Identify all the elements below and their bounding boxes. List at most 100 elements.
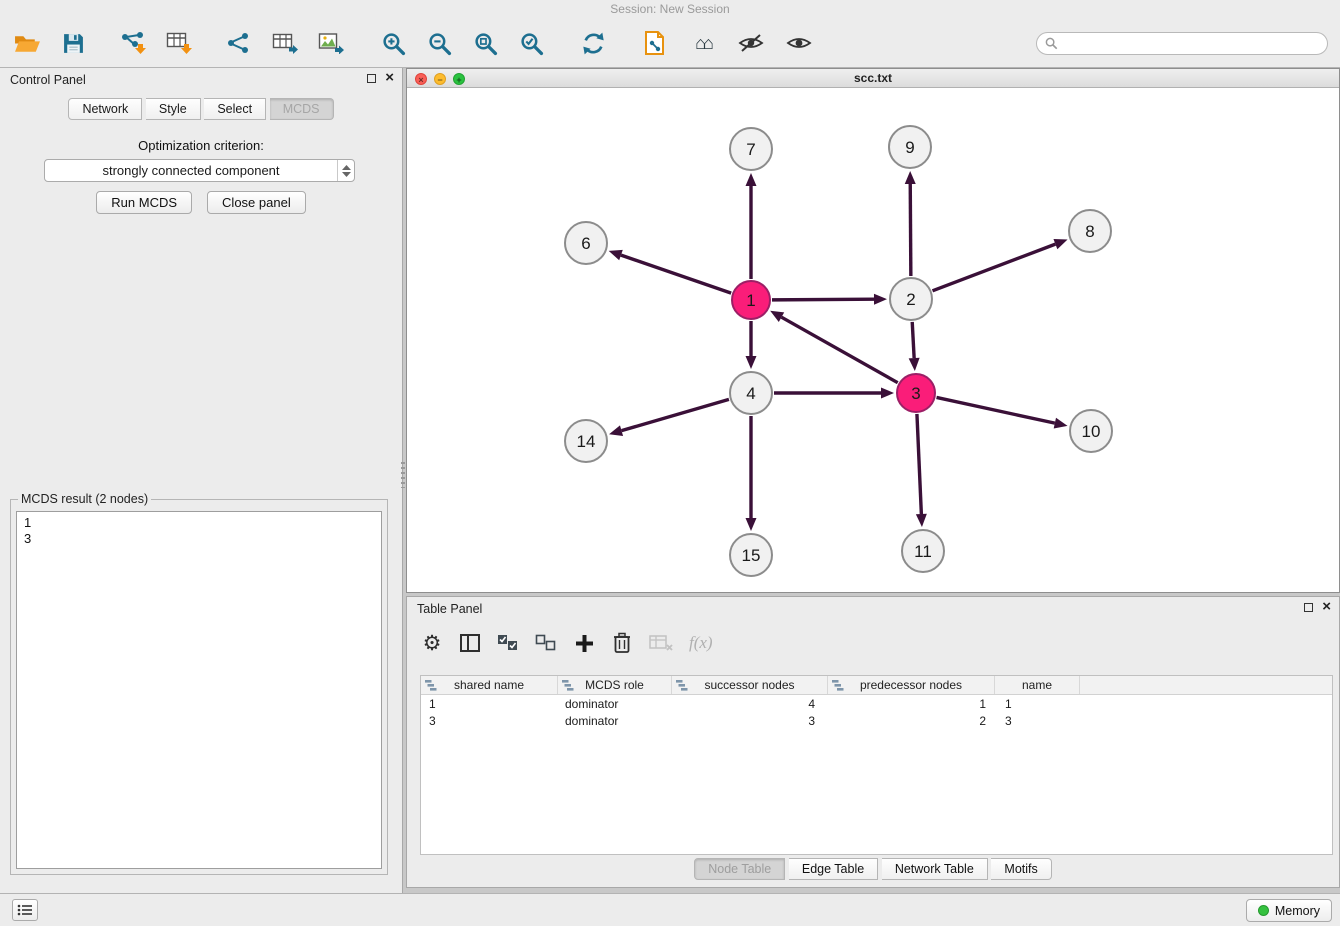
- import-network-from-file-icon[interactable]: [116, 26, 150, 60]
- table-settings-gear-icon[interactable]: ⚙: [421, 630, 443, 656]
- graph-edge-2-3[interactable]: [912, 322, 914, 358]
- maximize-window-icon[interactable]: +: [453, 73, 465, 85]
- close-window-icon[interactable]: ×: [415, 73, 427, 85]
- table-row[interactable]: 3 dominator 3 2 3: [421, 712, 1332, 729]
- tab-select[interactable]: Select: [204, 98, 266, 120]
- zoom-selected-icon[interactable]: [514, 26, 548, 60]
- graph-node-label: 8: [1085, 222, 1094, 241]
- mcds-result-box[interactable]: 1 3: [16, 511, 382, 869]
- deselect-all-icon[interactable]: [535, 630, 557, 656]
- cell-mcds-role[interactable]: dominator: [558, 697, 672, 711]
- import-table-from-file-icon[interactable]: [162, 26, 196, 60]
- table-header-row: shared name MCDS role successor nodes pr…: [421, 676, 1332, 695]
- cell-successor-nodes[interactable]: 3: [672, 714, 828, 728]
- zoom-fit-icon[interactable]: [468, 26, 502, 60]
- import-network-icon[interactable]: [222, 26, 256, 60]
- graph-edge-1-2[interactable]: [772, 299, 874, 300]
- export-table-icon[interactable]: [268, 26, 302, 60]
- mcds-result-title: MCDS result (2 nodes): [18, 492, 151, 506]
- column-header-mcds-role[interactable]: MCDS role: [558, 676, 672, 694]
- zoom-out-icon[interactable]: [422, 26, 456, 60]
- tab-network[interactable]: Network: [68, 98, 142, 120]
- tab-network-table[interactable]: Network Table: [882, 858, 988, 880]
- column-header-name[interactable]: name: [995, 676, 1080, 694]
- cell-name[interactable]: 3: [995, 714, 1080, 728]
- show-graphics-details-icon[interactable]: [782, 26, 816, 60]
- column-type-icon: [562, 680, 574, 691]
- zoom-in-icon[interactable]: [376, 26, 410, 60]
- graph-edge-arrow: [746, 356, 757, 369]
- table-panel: Table Panel × ⚙: [406, 596, 1340, 888]
- hide-graphics-details-icon[interactable]: [734, 26, 768, 60]
- cell-predecessor-nodes[interactable]: 1: [828, 697, 995, 711]
- tab-style[interactable]: Style: [146, 98, 201, 120]
- app-window: { "titlebar": { "title": "Session: New S…: [0, 0, 1340, 926]
- optimization-criterion-dropdown[interactable]: strongly connected component: [44, 159, 355, 182]
- graph-edge-arrow: [746, 518, 757, 531]
- titlebar: Session: New Session: [0, 0, 1340, 19]
- dropdown-value: strongly connected component: [45, 163, 337, 178]
- traffic-lights: × − +: [415, 73, 465, 85]
- export-image-icon[interactable]: [314, 26, 348, 60]
- graph-edge-3-10[interactable]: [937, 397, 1055, 423]
- graph-edge-4-14[interactable]: [622, 399, 729, 430]
- float-table-panel-icon[interactable]: [1304, 603, 1313, 612]
- mcds-result-group: MCDS result (2 nodes) 1 3: [10, 492, 388, 875]
- graph-edge-3-11[interactable]: [917, 414, 921, 514]
- delete-column-trash-icon[interactable]: [611, 630, 633, 656]
- save-session-icon[interactable]: [56, 26, 90, 60]
- search-field[interactable]: [1036, 32, 1328, 55]
- house-icon: ⌂: [703, 34, 711, 52]
- mcds-buttons: Run MCDS Close panel: [0, 191, 402, 214]
- graph-edge-2-9[interactable]: [910, 184, 911, 276]
- close-table-panel-icon[interactable]: ×: [1322, 601, 1331, 613]
- float-panel-icon[interactable]: [367, 74, 376, 83]
- cell-name[interactable]: 1: [995, 697, 1080, 711]
- list-icon: [17, 904, 33, 916]
- cell-shared-name[interactable]: 1: [421, 697, 558, 711]
- cell-successor-nodes[interactable]: 4: [672, 697, 828, 711]
- content-area: Control Panel × Network Style Select MCD…: [0, 68, 1340, 893]
- close-panel-icon[interactable]: ×: [385, 72, 394, 84]
- refresh-icon[interactable]: [576, 26, 610, 60]
- column-header-successor-nodes[interactable]: successor nodes: [672, 676, 828, 694]
- add-column-icon[interactable]: [573, 630, 595, 656]
- network-canvas[interactable]: 7968124314101511: [407, 89, 1339, 592]
- cell-shared-name[interactable]: 3: [421, 714, 558, 728]
- graph-node-label: 10: [1082, 422, 1101, 441]
- function-builder-icon: f(x): [689, 630, 713, 656]
- first-neighbors-icon[interactable]: ⌂⌂: [686, 26, 720, 60]
- minimize-window-icon[interactable]: −: [434, 73, 446, 85]
- control-panel: Control Panel × Network Style Select MCD…: [0, 68, 403, 893]
- tab-node-table[interactable]: Node Table: [694, 858, 785, 880]
- memory-button[interactable]: Memory: [1246, 899, 1332, 922]
- tab-edge-table[interactable]: Edge Table: [789, 858, 878, 880]
- search-input[interactable]: [1058, 36, 1319, 50]
- graph-edge-1-6[interactable]: [621, 255, 731, 293]
- cell-predecessor-nodes[interactable]: 2: [828, 714, 995, 728]
- main-toolbar: ⌂⌂: [0, 19, 1340, 68]
- column-header-shared-name[interactable]: shared name: [421, 676, 558, 694]
- graph-node-label: 15: [742, 546, 761, 565]
- graph-edge-3-1[interactable]: [781, 317, 897, 383]
- clone-network-icon[interactable]: [638, 26, 672, 60]
- splitter-handle[interactable]: [401, 462, 405, 488]
- table-row[interactable]: 1 dominator 4 1 1: [421, 695, 1332, 712]
- task-history-button[interactable]: [12, 899, 38, 921]
- optimization-criterion-label: Optimization criterion:: [0, 138, 402, 153]
- control-panel-title: Control Panel: [10, 73, 86, 87]
- open-file-icon[interactable]: [10, 26, 44, 60]
- close-panel-button[interactable]: Close panel: [207, 191, 306, 214]
- graph-edge-arrow: [746, 173, 757, 186]
- table-panel-header: Table Panel ×: [407, 597, 1339, 621]
- tab-mcds[interactable]: MCDS: [270, 98, 334, 120]
- select-all-icon[interactable]: [497, 630, 519, 656]
- run-mcds-button[interactable]: Run MCDS: [96, 191, 192, 214]
- network-window-titlebar[interactable]: × − + scc.txt: [407, 69, 1339, 88]
- cell-mcds-role[interactable]: dominator: [558, 714, 672, 728]
- graph-edge-2-8[interactable]: [933, 244, 1056, 291]
- tab-motifs[interactable]: Motifs: [991, 858, 1051, 880]
- graph-edge-arrow: [909, 358, 920, 371]
- column-pane-icon[interactable]: [459, 630, 481, 656]
- column-header-predecessor-nodes[interactable]: predecessor nodes: [828, 676, 995, 694]
